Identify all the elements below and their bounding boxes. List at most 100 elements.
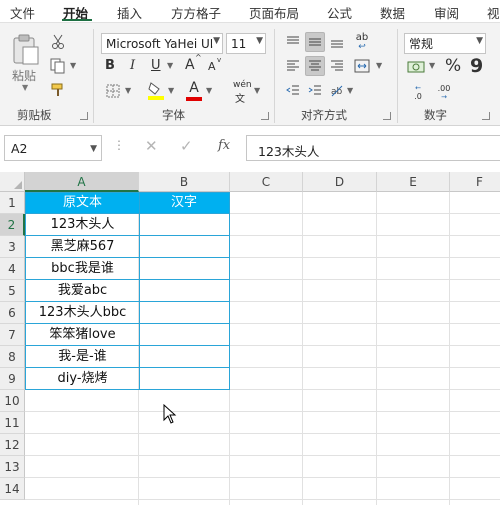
tab-file[interactable]: 文件 [10, 3, 35, 22]
phonetic-dropdown-icon[interactable]: ▼ [254, 86, 260, 95]
underline-dropdown-icon[interactable]: ▼ [167, 61, 173, 70]
decrease-indent-icon[interactable] [283, 80, 303, 100]
row-header[interactable]: 1 [0, 192, 25, 214]
font-color-dropdown-icon[interactable]: ▼ [206, 86, 212, 95]
formula-input[interactable]: 123木头人 [246, 135, 500, 161]
format-painter-icon[interactable] [48, 80, 68, 100]
accounting-format-icon[interactable] [406, 58, 428, 76]
header-cell-chinese[interactable]: 汉字 [139, 192, 229, 214]
orientation-icon[interactable]: ab ↩ [352, 32, 372, 52]
align-center-icon[interactable] [305, 56, 325, 76]
column-header-c[interactable]: C [230, 172, 303, 192]
cell-a5[interactable]: 我爱abc [26, 280, 139, 302]
row-header[interactable]: 14 [0, 478, 25, 500]
chevron-down-icon[interactable]: ▼ [476, 36, 483, 46]
align-middle-icon[interactable] [305, 32, 325, 52]
copy-icon[interactable] [48, 56, 68, 76]
bold-button[interactable]: B [105, 58, 115, 73]
table-inner-border [25, 323, 230, 324]
chevron-down-icon[interactable]: ▼ [90, 144, 97, 154]
column-header-a[interactable]: A [25, 172, 139, 192]
row-header[interactable]: 5 [0, 280, 25, 302]
chevron-down-icon[interactable]: ▼ [256, 36, 263, 46]
align-left-icon[interactable] [283, 56, 303, 76]
row-header[interactable]: 11 [0, 412, 25, 434]
name-box[interactable]: A2 ▼ [4, 135, 102, 161]
row-header[interactable]: 8 [0, 346, 25, 368]
paste-dropdown-icon[interactable]: ▼ [22, 83, 28, 92]
paste-label[interactable]: 粘贴 [12, 67, 36, 84]
cell-a4[interactable]: bbc我是谁 [26, 258, 139, 280]
font-launcher-icon[interactable] [261, 112, 269, 120]
fill-color-dropdown-icon[interactable]: ▼ [168, 86, 174, 95]
chevron-down-icon[interactable]: ▼ [212, 36, 220, 46]
cut-icon[interactable] [48, 32, 68, 52]
tab-fangfang[interactable]: 方方格子 [171, 3, 221, 22]
number-format-combo[interactable]: 常规 ▼ [404, 33, 486, 54]
italic-button[interactable]: I [130, 58, 135, 73]
cell-a7[interactable]: 笨笨猪love [26, 324, 139, 346]
tab-view[interactable]: 视 [487, 3, 500, 22]
alignment-launcher-icon[interactable] [383, 112, 391, 120]
cell-a8[interactable]: 我-是-谁 [26, 346, 139, 368]
orientation-dropdown-icon[interactable]: ▼ [347, 86, 353, 95]
percent-style-button[interactable]: % [445, 56, 461, 76]
increase-indent-icon[interactable] [305, 80, 325, 100]
clipboard-launcher-icon[interactable] [80, 112, 88, 120]
align-top-icon[interactable] [283, 32, 303, 52]
grow-font-button[interactable]: A [185, 57, 195, 73]
row-header[interactable]: 9 [0, 368, 25, 390]
orientation-angle-icon[interactable]: ab [327, 80, 347, 100]
number-launcher-icon[interactable] [482, 112, 490, 120]
row-header[interactable]: 10 [0, 390, 25, 412]
borders-dropdown-icon[interactable]: ▼ [125, 86, 131, 95]
align-bottom-icon[interactable] [327, 32, 347, 52]
row-header[interactable]: 4 [0, 258, 25, 280]
font-color-button[interactable]: A [185, 80, 203, 102]
row-header[interactable]: 13 [0, 456, 25, 478]
cell-a3[interactable]: 黑芝麻567 [26, 236, 139, 258]
select-all-button[interactable] [0, 172, 25, 192]
row-header[interactable]: 2 [0, 214, 25, 236]
increase-decimal-button[interactable]: ← .0 [406, 83, 430, 101]
cell-a6[interactable]: 123木头人bbc [26, 302, 139, 324]
worksheet-grid[interactable]: A B C D E F 1 2 3 4 5 6 7 8 9 10 11 12 1… [0, 172, 500, 505]
paste-icon[interactable] [10, 33, 42, 65]
font-name-combo[interactable]: Microsoft YaHei UI ▼ [101, 33, 223, 54]
tab-review[interactable]: 审阅 [434, 3, 459, 22]
row-header[interactable]: 7 [0, 324, 25, 346]
phonetic-button[interactable]: wén [233, 80, 252, 90]
enter-icon[interactable]: ✓ [180, 137, 193, 155]
insert-function-icon[interactable]: fx [218, 138, 230, 153]
merge-center-icon[interactable] [352, 56, 372, 76]
tab-page-layout[interactable]: 页面布局 [249, 3, 299, 22]
merge-dropdown-icon[interactable]: ▼ [376, 61, 382, 70]
fill-color-icon[interactable] [146, 80, 166, 100]
tab-formulas[interactable]: 公式 [327, 3, 352, 22]
header-cell-original-text[interactable]: 原文本 [26, 192, 139, 214]
column-header-d[interactable]: D [303, 172, 377, 192]
table-inner-border [25, 367, 230, 368]
cancel-icon[interactable]: ✕ [145, 137, 158, 155]
column-header-f[interactable]: F [450, 172, 500, 192]
row-header[interactable]: 6 [0, 302, 25, 324]
column-header-b[interactable]: B [139, 172, 230, 192]
tab-insert[interactable]: 插入 [117, 3, 142, 22]
borders-icon[interactable] [104, 82, 122, 100]
cell-a2[interactable]: 123木头人 [26, 214, 139, 236]
gridline [25, 455, 500, 456]
comma-style-button[interactable]: 9 [470, 55, 483, 77]
underline-button[interactable]: U [151, 58, 161, 73]
row-header[interactable]: 12 [0, 434, 25, 456]
tab-data[interactable]: 数据 [380, 3, 405, 22]
shrink-font-button[interactable]: A [208, 60, 216, 73]
decrease-decimal-button[interactable]: .00 → [432, 83, 456, 101]
row-header[interactable]: 3 [0, 236, 25, 258]
cell-a9[interactable]: diy-烧烤 [26, 368, 139, 390]
copy-dropdown-icon[interactable]: ▼ [70, 61, 76, 70]
accounting-dropdown-icon[interactable]: ▼ [429, 61, 435, 70]
font-size-combo[interactable]: 11 ▼ [226, 33, 266, 54]
column-header-e[interactable]: E [377, 172, 450, 192]
align-right-icon[interactable] [327, 56, 347, 76]
font-name-value: Microsoft YaHei UI [106, 36, 214, 51]
